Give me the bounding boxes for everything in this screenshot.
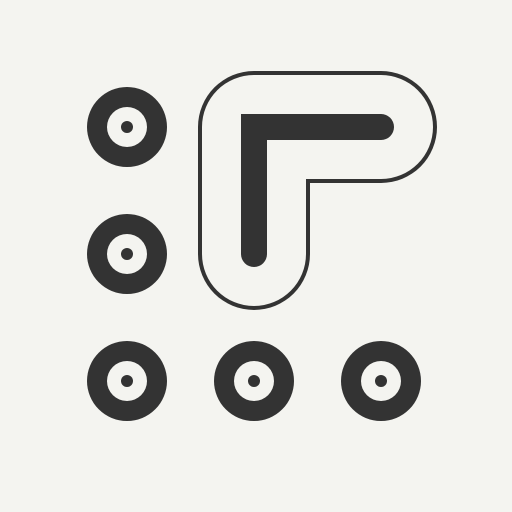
pattern-lock-icon bbox=[0, 0, 512, 512]
pattern-dot-top-left bbox=[87, 87, 167, 167]
icon-canvas bbox=[0, 0, 512, 512]
pattern-dot-bottom-middle bbox=[214, 341, 294, 421]
pattern-dot-middle-left bbox=[87, 214, 167, 294]
pattern-dot-bottom-left bbox=[87, 341, 167, 421]
pattern-dot-bottom-right bbox=[341, 341, 421, 421]
